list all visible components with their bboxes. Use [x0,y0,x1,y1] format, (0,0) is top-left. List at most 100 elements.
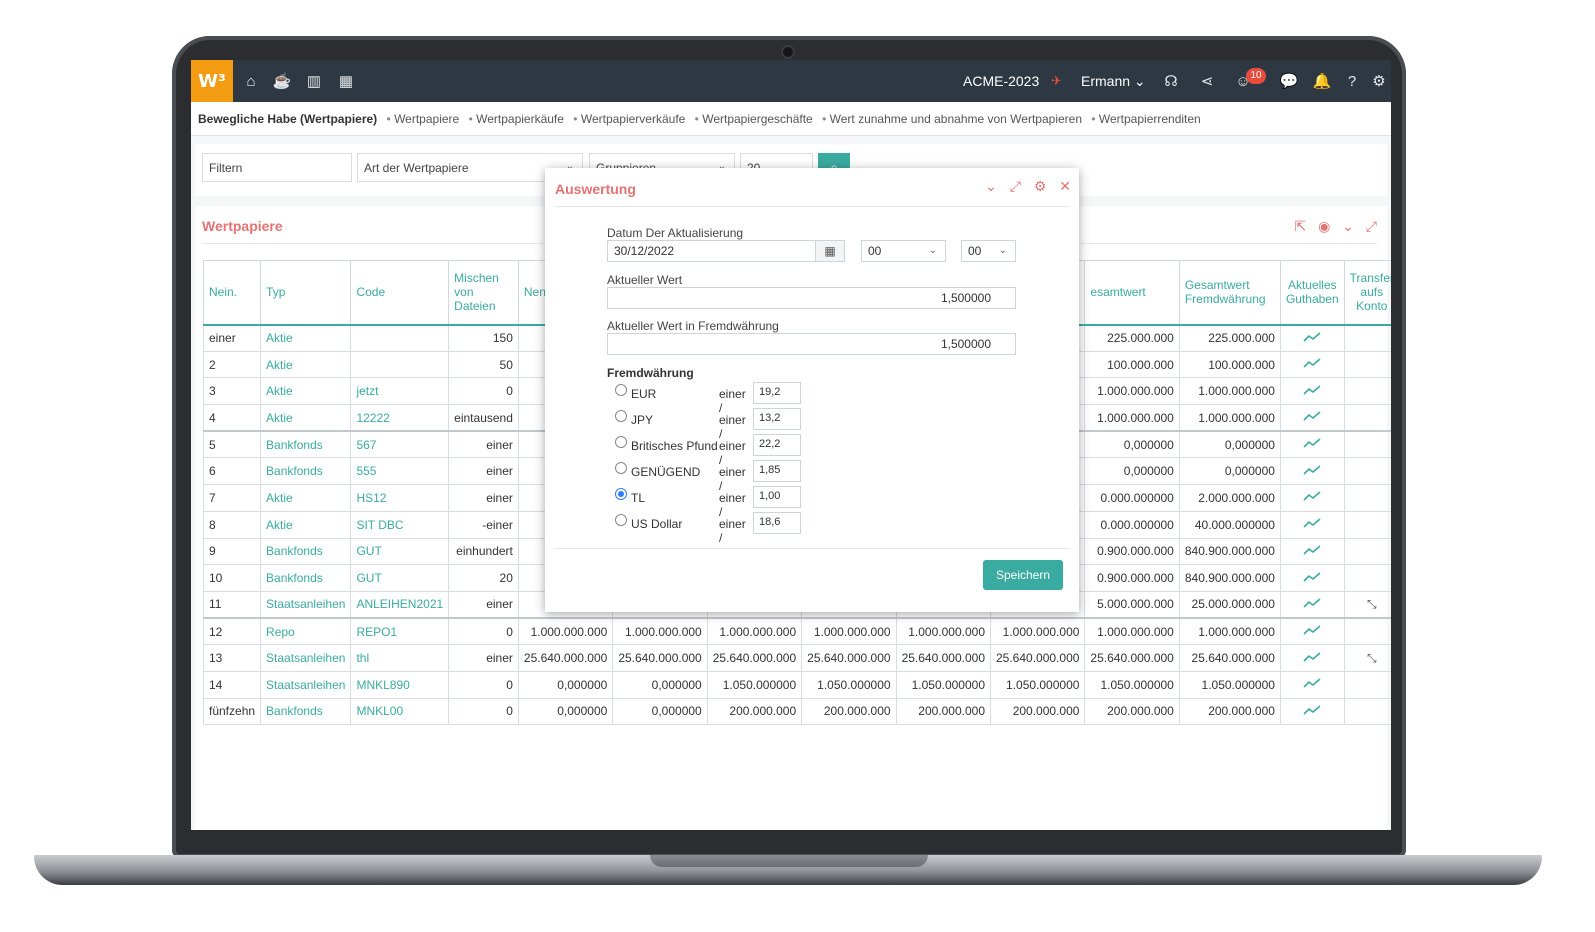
column-header[interactable]: Transfer aufs Konto [1343,260,1391,326]
hour-select[interactable]: 00 ⌄ [861,240,946,262]
trend-icon[interactable] [1279,484,1345,512]
breadcrumb-item[interactable]: Wertpapierkäufe [469,112,564,126]
column-header[interactable]: Nein. [202,260,262,326]
home-icon[interactable]: ⌂ [241,71,261,91]
trend-icon[interactable] [1279,537,1345,566]
bell-icon[interactable]: 🔔 [1312,71,1332,91]
table-cell: Bankfonds [260,457,352,486]
table-cell: 1.000.000.000 [706,617,803,646]
trend-icon[interactable] [1279,350,1345,379]
trend-icon[interactable] [1279,644,1345,672]
gear-icon[interactable]: ⚙ [1369,71,1389,91]
trend-icon[interactable] [1279,377,1345,406]
table-cell: SIT DBC [350,510,450,539]
trend-icon[interactable] [1279,670,1345,699]
transfer-icon[interactable] [1343,404,1391,432]
trend-icon[interactable] [1279,510,1345,539]
rate-input[interactable]: 1,00 [753,486,801,508]
rate-input[interactable]: 13,2 [753,408,801,430]
column-header[interactable]: Code [350,260,450,326]
chevron-down-icon[interactable]: ⌄ [1342,218,1354,234]
table-cell: 0,000000 [1084,457,1180,486]
transfer-icon[interactable] [1343,430,1391,459]
transfer-icon[interactable] [1343,537,1391,566]
save-button[interactable]: Speichern [983,560,1063,590]
trend-icon[interactable] [1279,430,1345,459]
current-value-field[interactable]: 1,500000 [607,287,1016,309]
transfer-icon[interactable] [1343,670,1391,699]
table-cell: 0 [448,617,519,646]
currency-radio[interactable] [615,514,627,526]
calendar-icon[interactable]: ▦ [336,71,356,91]
table-row[interactable]: 12 Repo REPO1 0 1.000.000.000 1.000.000.000 1.… [202,617,1391,646]
help-icon[interactable]: ? [1342,71,1362,91]
currency-radio[interactable] [615,384,627,396]
transfer-icon[interactable] [1343,457,1391,486]
table-row[interactable]: 14 Staatsanleihen MNKL890 0 0,000000 0,000000… [202,670,1391,699]
filter-input[interactable]: Filtern [202,153,352,182]
eye-icon[interactable]: ◉ [1318,218,1330,234]
transfer-icon[interactable] [1343,350,1391,379]
transfer-icon[interactable] [1343,697,1391,726]
column-header[interactable]: Gesamtwert Fremdwährung [1178,260,1281,326]
trend-icon[interactable] [1279,697,1345,726]
minute-select[interactable]: 00 ⌄ [961,240,1016,262]
gear-icon[interactable]: ⚙ [1034,178,1047,194]
rate-input[interactable]: 22,2 [753,434,801,456]
rate-input[interactable]: 19,2 [753,382,801,404]
currency-radio[interactable] [615,488,627,500]
breadcrumb-item[interactable]: Wertpapierrenditen [1091,112,1200,126]
trend-icon[interactable] [1279,457,1345,486]
transfer-icon[interactable] [1343,617,1391,646]
rate-input[interactable]: 1,85 [753,460,801,482]
trend-icon[interactable] [1279,404,1345,432]
user-menu[interactable]: Ermann ⌄ [1081,73,1146,90]
rate-input[interactable]: 18,6 [753,512,801,534]
expand-icon[interactable]: ⤢ [1366,218,1377,234]
chevron-down-icon[interactable]: ⌄ [985,178,997,194]
currency-radio[interactable] [615,462,627,474]
breadcrumb-item[interactable]: Wertpapierverkäufe [573,112,685,126]
transfer-icon[interactable]: ⤡ [1343,644,1391,672]
table-row[interactable]: fünfzehn Bankfonds MNKL00 0 0,000000 0,000000… [202,697,1391,726]
bar-chart-icon[interactable]: ▥ [304,71,324,91]
coffee-icon[interactable]: ☕ [272,71,292,91]
export-icon[interactable]: ⇱ [1294,218,1306,234]
breadcrumb-item[interactable]: Wertpapiergeschäfte [695,112,813,126]
breadcrumb-item[interactable]: Wert zunahme und abnahme von Wertpapiere… [822,112,1082,126]
share-icon[interactable]: ⋖ [1197,71,1217,91]
transfer-icon[interactable] [1343,564,1391,592]
foreign-value-field[interactable]: 1,500000 [607,333,1016,355]
column-header[interactable]: Mischen von Dateien [448,260,519,326]
app-logo[interactable]: W³ [191,60,233,102]
currency-radio[interactable] [615,410,627,422]
transfer-icon[interactable]: ⤡ [1343,590,1391,619]
table-cell: 100.000.000 [1178,350,1281,379]
transfer-icon[interactable] [1343,484,1391,512]
table-cell: 1.000.000.000 [989,617,1086,646]
table-cell: 0,000000 [1178,430,1281,459]
company-name[interactable]: ACME-2023 [963,73,1039,89]
trend-icon[interactable] [1279,590,1345,619]
headset-icon[interactable]: ☊ [1161,71,1181,91]
trend-icon[interactable] [1279,324,1345,352]
table-cell: 200.000.000 [706,697,803,726]
column-header[interactable]: Aktuelles Guthaben [1279,260,1345,326]
column-header[interactable]: esamtwert [1084,260,1180,326]
date-field[interactable]: 30/12/2022 [607,240,817,262]
transfer-icon[interactable] [1343,324,1391,352]
expand-icon[interactable]: ⤢ [1010,178,1021,194]
chat-icon[interactable]: 💬 [1279,71,1299,91]
calendar-icon[interactable]: ▦ [815,240,845,262]
table-cell: 1.000.000.000 [1084,404,1180,432]
transfer-icon[interactable] [1343,510,1391,539]
table-row[interactable]: 13 Staatsanleihen thl einer 25.640.000.000 25… [202,644,1391,672]
trend-icon[interactable] [1279,564,1345,592]
column-header[interactable]: Typ [260,260,352,326]
currency-radio[interactable] [615,436,627,448]
transfer-icon[interactable] [1343,377,1391,406]
breadcrumb-item[interactable]: Wertpapiere [387,112,460,126]
close-icon[interactable]: ✕ [1059,178,1071,194]
breadcrumb-main[interactable]: Bewegliche Habe (Wertpapiere) [198,112,377,126]
trend-icon[interactable] [1279,617,1345,646]
